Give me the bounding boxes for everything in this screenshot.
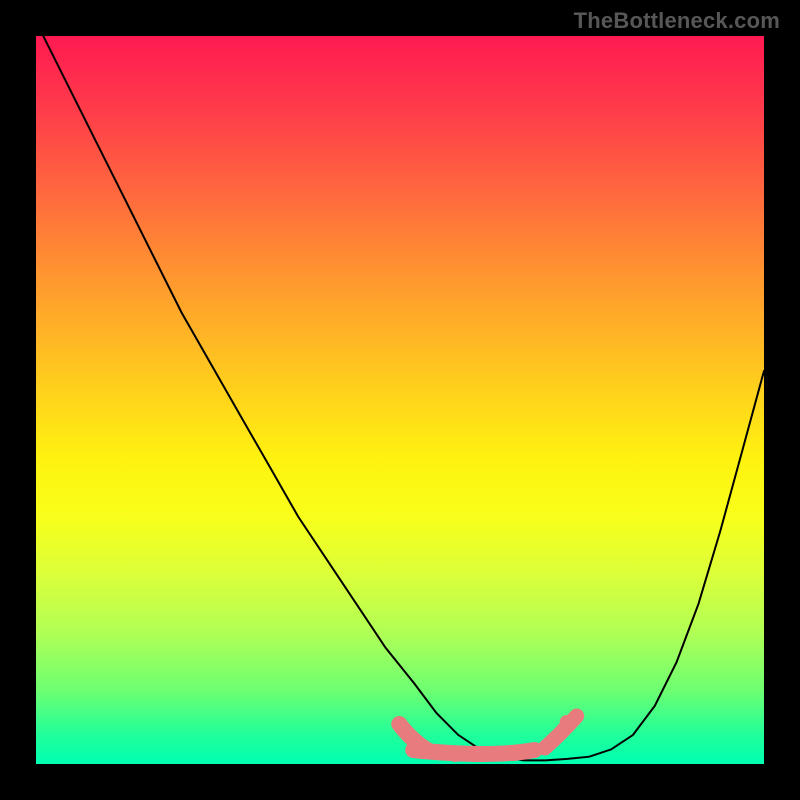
plot-svg: [36, 36, 764, 764]
highlight-blob: [399, 715, 576, 762]
curve-line: [36, 36, 764, 760]
watermark-text: TheBottleneck.com: [574, 8, 780, 34]
plot-gradient-area: [36, 36, 764, 764]
frame: TheBottleneck.com: [0, 0, 800, 800]
